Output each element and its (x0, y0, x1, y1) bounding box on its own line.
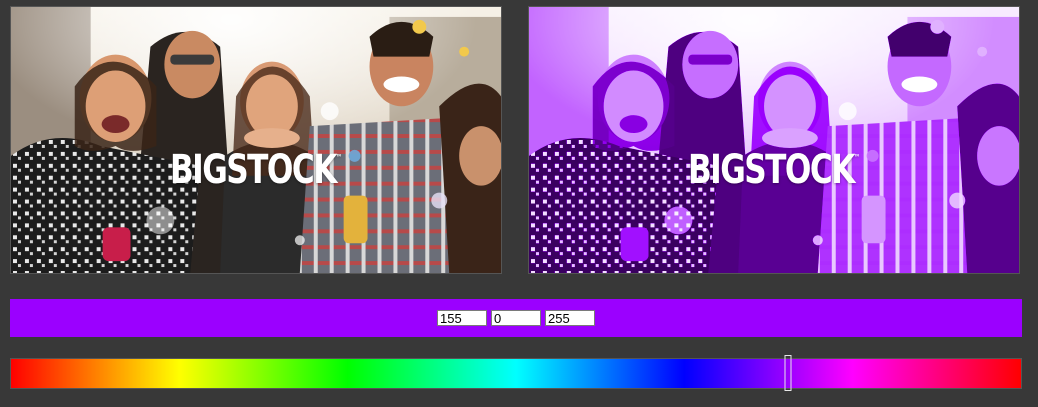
red-input[interactable] (437, 310, 487, 326)
slider-handle-icon[interactable] (785, 355, 792, 391)
selected-color-bar (10, 299, 1022, 337)
photo-image-icon (529, 7, 1019, 273)
photo-image-icon (11, 7, 501, 273)
green-input[interactable] (491, 310, 541, 326)
hue-slider[interactable] (10, 358, 1022, 389)
original-image: BIGSTOCK™ (10, 6, 502, 274)
blue-input[interactable] (545, 310, 595, 326)
tinted-image: BIGSTOCK™ (528, 6, 1020, 274)
